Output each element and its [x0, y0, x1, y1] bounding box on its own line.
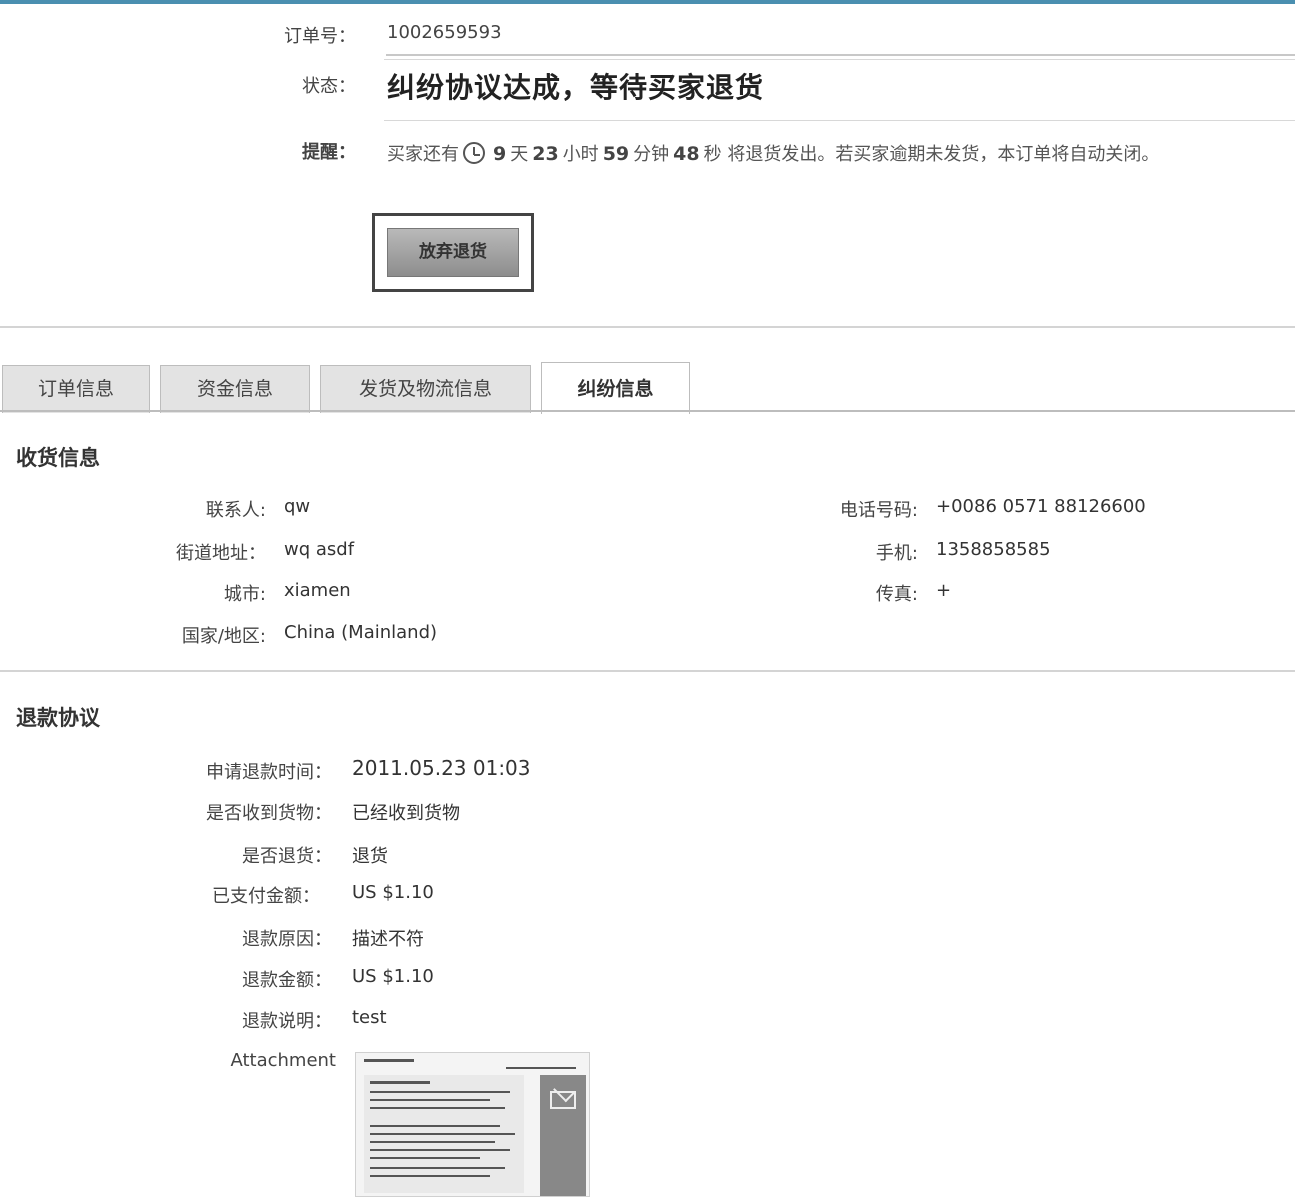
attachment-document-preview	[364, 1075, 524, 1193]
refund-row-value: 2011.05.23 01:03	[352, 756, 531, 780]
contact-label: 联系人:	[205, 500, 266, 521]
mobile-label: 手机:	[875, 543, 918, 564]
order-summary: 订单号： 1002659593 状态： 纠纷协议达成，等待买家退货 提醒： 买家…	[0, 4, 1295, 326]
attachment-text-line	[370, 1099, 490, 1101]
section-divider	[0, 326, 1295, 328]
attachment-label: Attachment	[230, 1050, 336, 1071]
attachment-text-line	[506, 1067, 576, 1069]
refund-row-label: 申请退款时间：	[206, 762, 332, 783]
fax-value: +	[936, 580, 952, 601]
clock-icon	[463, 142, 485, 164]
refund-row-value: US $1.10	[352, 966, 434, 987]
attachment-text-line	[370, 1125, 500, 1127]
reminder-suffix: 将退货发出。若买家逾期未发货，本订单将自动关闭。	[727, 144, 1160, 165]
tab-shipping-logistics[interactable]: 发货及物流信息	[320, 365, 531, 413]
order-number-label: 订单号：	[284, 26, 356, 47]
city-label: 城市:	[223, 584, 266, 605]
attachment-text-line	[370, 1157, 480, 1159]
attachment-text-line	[364, 1059, 414, 1062]
refund-row-label: 已支付金额：	[212, 886, 320, 907]
attachment-text-line	[370, 1141, 495, 1143]
fax-label: 传真:	[875, 584, 918, 605]
envelope-icon	[550, 1091, 576, 1109]
order-number-divider	[386, 54, 1295, 56]
country-value: China (Mainland)	[284, 622, 438, 643]
order-number-value: 1002659593	[387, 22, 502, 43]
attachment-text-line	[370, 1167, 505, 1169]
attachment-text-line	[370, 1091, 510, 1093]
status-value: 纠纷协议达成，等待买家退货	[387, 71, 765, 104]
country-label: 国家/地区:	[181, 626, 266, 647]
abandon-return-button-frame: 放弃退货	[372, 213, 534, 292]
countdown-seconds-unit: 秒	[703, 144, 722, 165]
phone-label: 电话号码:	[839, 500, 918, 521]
countdown-days: 9	[493, 143, 507, 165]
shipping-section-title: 收货信息	[16, 446, 100, 470]
city-value: xiamen	[284, 580, 351, 601]
attachment-text-line	[370, 1133, 515, 1135]
countdown-seconds: 48	[673, 143, 700, 165]
street-value: wq asdf	[284, 539, 355, 560]
contact-value: qw	[284, 496, 311, 517]
tab-order-info[interactable]: 订单信息	[2, 365, 150, 413]
attachment-text-line	[370, 1149, 510, 1151]
reminder-prefix: 买家还有	[387, 144, 459, 165]
countdown-minutes: 59	[602, 143, 630, 165]
refund-row-label: 退款金额：	[242, 970, 332, 991]
refund-section-title: 退款协议	[16, 706, 100, 730]
section-divider-refund	[0, 670, 1295, 672]
abandon-return-button[interactable]: 放弃退货	[387, 228, 519, 277]
phone-value: +0086 0571 88126600	[936, 496, 1146, 517]
status-label: 状态：	[302, 76, 356, 97]
countdown-minutes-unit: 分钟	[633, 144, 670, 165]
refund-row-value: 描述不符	[352, 929, 424, 950]
refund-row-label: 退款说明：	[242, 1011, 332, 1032]
refund-row-value: 已经收到货物	[352, 803, 460, 824]
tab-funds-info[interactable]: 资金信息	[160, 365, 310, 413]
countdown-days-unit: 天	[510, 144, 529, 165]
tab-dispute-info[interactable]: 纠纷信息	[541, 362, 690, 414]
tab-bar-underline	[0, 410, 1295, 412]
refund-row-label: 是否收到货物：	[206, 803, 332, 824]
attachment-thumbnail[interactable]	[355, 1052, 590, 1197]
attachment-text-line	[370, 1175, 490, 1177]
refund-row-label: 退款原因：	[242, 929, 332, 950]
countdown-hours-unit: 小时	[562, 144, 599, 165]
refund-row-label: 是否退货：	[242, 846, 332, 867]
reminder-text: 买家还有 9 天 23 小时 59 分钟 48 秒 将退货发出。若买家逾期未发货，本订单将自动关…	[387, 138, 1292, 171]
refund-row-value: US $1.10	[352, 882, 434, 903]
refund-row-value: test	[352, 1007, 387, 1028]
tab-bar: 订单信息 资金信息 发货及物流信息 纠纷信息	[0, 362, 1295, 414]
attachment-text-line	[370, 1107, 505, 1109]
refund-row-value: 退货	[352, 846, 388, 867]
countdown-hours: 23	[532, 143, 559, 165]
attachment-text-line	[370, 1081, 430, 1084]
mobile-value: 1358858585	[936, 539, 1051, 560]
street-label: 街道地址：	[176, 543, 266, 564]
reminder-label: 提醒：	[302, 142, 356, 163]
